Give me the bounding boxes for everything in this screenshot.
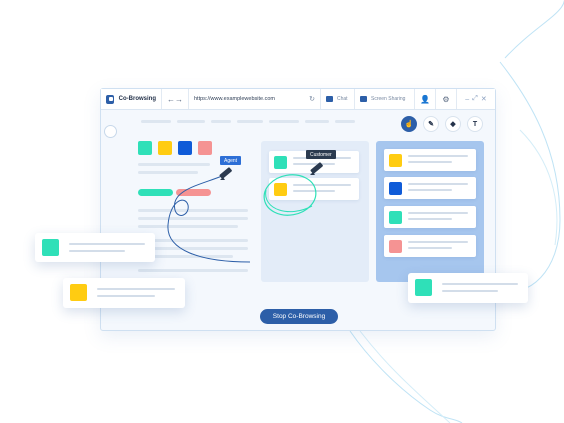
annotation-pens: [219, 162, 323, 180]
customer-cursor-label: Customer: [306, 150, 336, 159]
pen-icon: [219, 167, 232, 180]
agent-cursor-label: Agent: [220, 156, 242, 165]
floating-card[interactable]: [35, 233, 155, 262]
floating-card[interactable]: [63, 278, 185, 308]
pen-icon: [310, 162, 323, 175]
floating-card[interactable]: [408, 273, 528, 303]
